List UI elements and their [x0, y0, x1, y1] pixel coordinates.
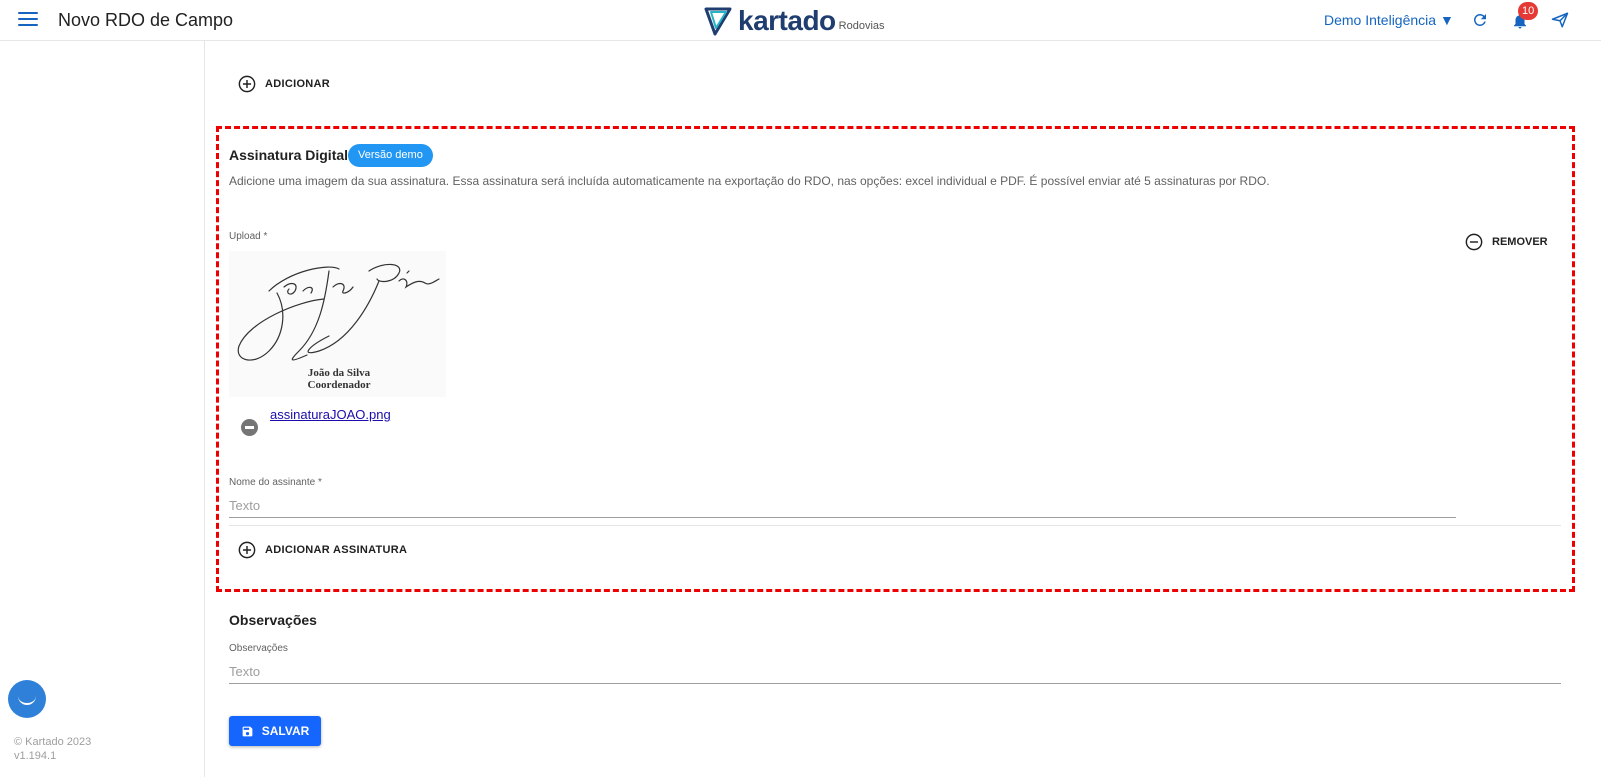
- upload-label: Upload *: [229, 231, 268, 242]
- add-signature-label: ADICIONAR ASSINATURA: [265, 544, 408, 556]
- plus-circle-icon: [238, 541, 256, 559]
- signature-image-preview: João da Silva Coordenador: [229, 251, 446, 397]
- signature-name-line: João da Silva: [308, 367, 371, 379]
- add-button-label: ADICIONAR: [265, 78, 331, 90]
- signer-name-input[interactable]: [229, 496, 1456, 518]
- uploaded-file-link[interactable]: assinaturaJOAO.png: [270, 407, 391, 422]
- kartado-logo-icon: [704, 7, 732, 36]
- company-selector[interactable]: Demo Inteligência ▼: [1324, 12, 1454, 28]
- top-bar: Novo RDO de Campo kartado Rodovias Demo …: [0, 0, 1601, 41]
- sidebar: [0, 41, 205, 777]
- save-button[interactable]: SALVAR: [229, 716, 321, 746]
- observations-section-title: Observações: [229, 612, 317, 628]
- kartado-logo: kartado Rodovias: [704, 4, 885, 36]
- footer-info: © Kartado 2023 v1.194.1: [14, 735, 91, 763]
- remove-file-icon[interactable]: [241, 419, 258, 436]
- handwritten-signature: João da Silva Coordenador: [237, 263, 440, 391]
- section-divider: [229, 525, 1561, 526]
- observations-label: Observações: [229, 643, 288, 654]
- add-button[interactable]: ADICIONAR: [238, 75, 330, 93]
- send-icon[interactable]: [1551, 11, 1569, 29]
- logo-subtitle: Rodovias: [838, 20, 885, 32]
- signature-description: Adicione uma imagem da sua assinatura. E…: [229, 174, 1270, 188]
- hamburger-menu-icon[interactable]: [18, 12, 38, 28]
- notification-count-badge: 10: [1518, 2, 1539, 20]
- signature-section-title: Assinatura Digital: [229, 147, 349, 163]
- remove-signature-button[interactable]: REMOVER: [1465, 233, 1548, 251]
- chat-icon[interactable]: [8, 680, 46, 718]
- version-text: v1.194.1: [14, 750, 57, 762]
- save-button-label: SALVAR: [261, 724, 310, 738]
- remove-button-label: REMOVER: [1492, 236, 1548, 248]
- observations-input[interactable]: [229, 662, 1561, 684]
- refresh-icon[interactable]: [1471, 11, 1489, 29]
- demo-version-badge: Versão demo: [348, 144, 433, 167]
- minus-circle-icon: [1465, 233, 1483, 251]
- signature-role-line: Coordenador: [308, 379, 371, 391]
- signer-name-label: Nome do assinante *: [229, 477, 322, 488]
- logo-wordmark: kartado: [738, 5, 836, 36]
- add-signature-button[interactable]: ADICIONAR ASSINATURA: [238, 541, 407, 559]
- page-title: Novo RDO de Campo: [58, 10, 234, 30]
- copyright-text: © Kartado 2023: [14, 736, 92, 748]
- plus-circle-icon: [238, 75, 256, 93]
- save-disk-icon: [242, 726, 253, 736]
